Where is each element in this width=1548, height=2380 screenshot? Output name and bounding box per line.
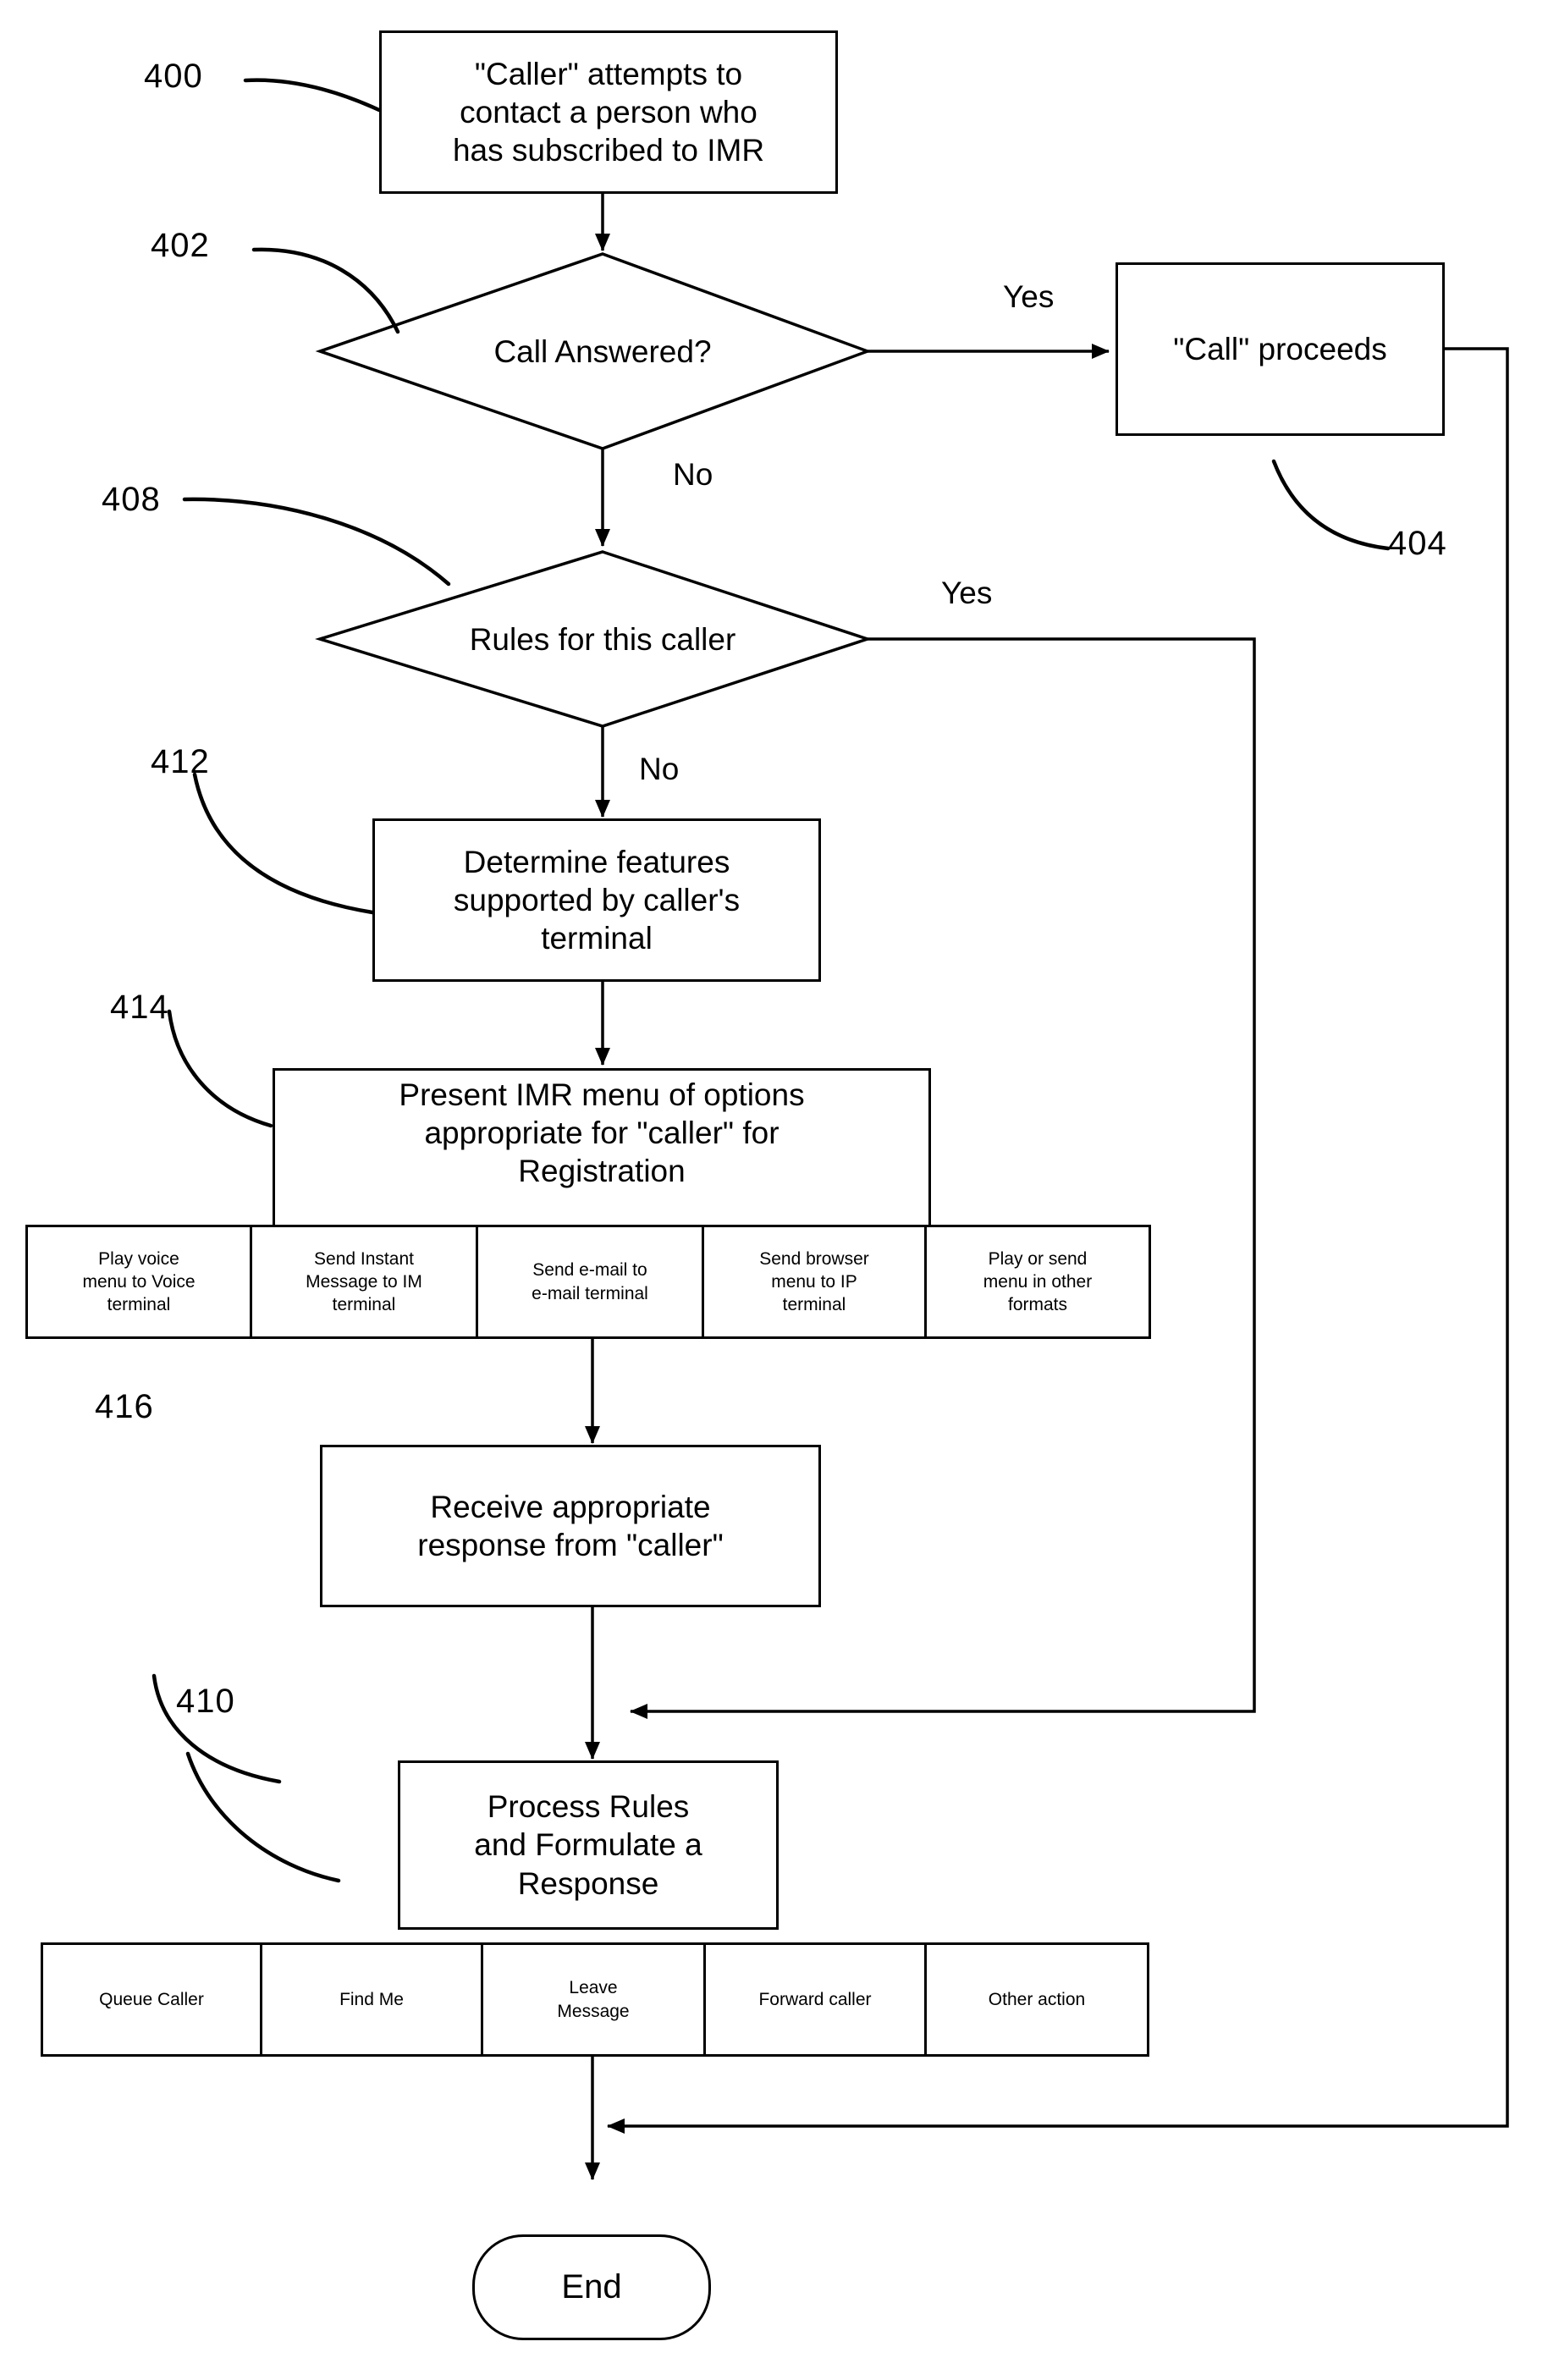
start-process-text: "Caller" attempts to contact a person wh… — [452, 56, 765, 168]
response-action-cell-5[interactable]: Other action — [924, 1942, 1149, 2057]
receive-response-text: Receive appropriate response from "calle… — [417, 1489, 724, 1562]
end-label: End — [561, 2268, 622, 2306]
determine-features-box: Determine features supported by caller's… — [372, 818, 821, 982]
response-action-cell-label: Forward caller — [758, 1989, 872, 2009]
ref-number-408: 408 — [102, 481, 161, 518]
end-terminator: End — [472, 2234, 711, 2340]
edge-label-rules-yes: Yes — [941, 576, 993, 610]
response-actions-row: Queue Caller Find Me Leave Message Forward … — [41, 1942, 1151, 2057]
response-action-cell-label: Leave Message — [557, 1978, 630, 2021]
call-proceeds-box: "Call" proceeds — [1116, 262, 1445, 436]
menu-option-cell-5[interactable]: Play or send menu in other formats — [924, 1225, 1151, 1339]
menu-option-cell-1[interactable]: Play voice menu to Voice terminal — [25, 1225, 252, 1339]
leader-408 — [182, 497, 451, 587]
present-menu-text: Present IMR menu of options appropriate … — [399, 1077, 805, 1189]
decision-call-answered-label: Call Answered? — [493, 334, 712, 369]
call-proceeds-text: "Call" proceeds — [1173, 331, 1387, 366]
response-action-cell-3[interactable]: Leave Message — [481, 1942, 706, 2057]
edge-label-answered-no: No — [673, 457, 713, 492]
response-action-cell-4[interactable]: Forward caller — [703, 1942, 927, 2057]
menu-option-cell-label: Send e-mail to e-mail terminal — [532, 1260, 648, 1303]
response-action-cell-label: Find Me — [339, 1989, 404, 2009]
menu-option-cell-label: Send browser menu to IP terminal — [759, 1248, 869, 1315]
response-action-cell-1[interactable]: Queue Caller — [41, 1942, 262, 2057]
leader-400 — [243, 78, 382, 113]
edge-label-rules-no: No — [639, 752, 680, 786]
leader-410 — [185, 1751, 341, 1883]
decision-rules-label: Rules for this caller — [469, 622, 736, 657]
process-rules-text: Process Rules and Formulate a Response — [474, 1789, 702, 1901]
menu-option-cell-2[interactable]: Send Instant Message to IM terminal — [250, 1225, 478, 1339]
leader-414 — [167, 1009, 273, 1128]
ref-number-412: 412 — [151, 743, 210, 780]
response-action-cell-label: Queue Caller — [99, 1989, 204, 2009]
menu-option-cell-label: Play voice menu to Voice terminal — [82, 1248, 196, 1315]
ref-number-410: 410 — [176, 1683, 235, 1720]
leader-404 — [1271, 459, 1391, 551]
menu-option-cell-label: Send Instant Message to IM terminal — [306, 1248, 422, 1315]
flowchart-canvas: "Caller" attempts to contact a person wh… — [0, 0, 1548, 2380]
leader-402 — [251, 247, 400, 334]
ref-number-416: 416 — [95, 1388, 154, 1425]
ref-number-402: 402 — [151, 227, 210, 264]
menu-options-row: Play voice menu to Voice terminal Send In… — [25, 1225, 1153, 1339]
receive-response-box: Receive appropriate response from "calle… — [320, 1445, 821, 1607]
edge-label-answered-yes: Yes — [1003, 279, 1055, 314]
menu-option-cell-3[interactable]: Send e-mail to e-mail terminal — [476, 1225, 704, 1339]
leader-412 — [192, 772, 375, 915]
menu-option-cell-label: Play or send menu in other formats — [983, 1248, 1093, 1315]
present-menu-box: Present IMR menu of options appropriate … — [273, 1068, 931, 1229]
response-action-cell-2[interactable]: Find Me — [260, 1942, 483, 2057]
ref-number-414: 414 — [110, 989, 169, 1026]
process-rules-box: Process Rules and Formulate a Response — [398, 1760, 779, 1930]
ref-number-400: 400 — [144, 58, 203, 95]
determine-features-text: Determine features supported by caller's… — [453, 844, 741, 956]
start-process-box: "Caller" attempts to contact a person wh… — [379, 30, 838, 194]
menu-option-cell-4[interactable]: Send browser menu to IP terminal — [702, 1225, 927, 1339]
ref-number-404: 404 — [1388, 525, 1447, 562]
response-action-cell-label: Other action — [988, 1989, 1086, 2009]
